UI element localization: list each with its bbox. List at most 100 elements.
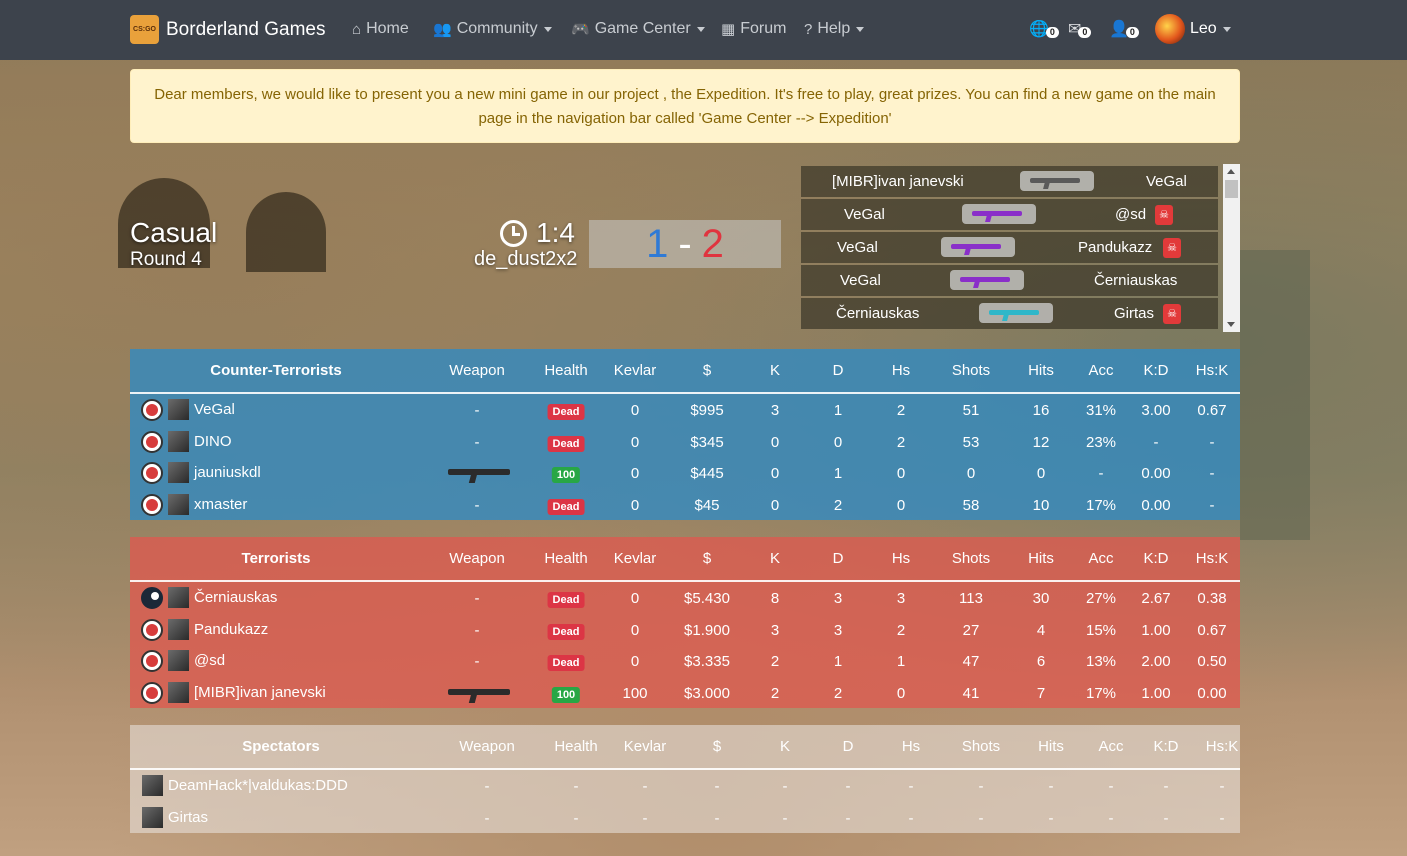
cell-kd: 2.67 [1141, 590, 1171, 607]
status-badge-dead: Dead [547, 404, 585, 420]
weapon-pill [1020, 171, 1094, 191]
player-name[interactable]: [MIBR]ivan janevski [194, 684, 326, 701]
table-row[interactable]: DeamHack*|valdukas:DDD - - - - - - - - - - - - [130, 770, 1240, 802]
column-header-shots: Shots [951, 550, 991, 567]
player-name[interactable]: @sd [194, 652, 225, 669]
cell-money: $3.335 [684, 653, 730, 670]
column-header-health: Health [554, 738, 598, 755]
notification-user[interactable]: 👤 0 [1109, 19, 1139, 39]
cell-health: 100 [551, 685, 581, 703]
player-name[interactable]: VeGal [194, 401, 235, 418]
cell-health: Dead [547, 434, 585, 452]
home-icon: ⌂ [352, 20, 362, 38]
table-row[interactable]: DINO - Dead 0 $345 0 0 2 53 12 23% - - [130, 426, 1240, 458]
status-badge-health: 100 [551, 467, 581, 483]
kill-feed-victim: Pandukazz [1078, 239, 1153, 256]
column-header-money: $ [712, 738, 722, 755]
cell-hs: 3 [896, 590, 906, 607]
map-name: de_dust2x2 [474, 248, 578, 270]
user-menu[interactable]: Leo [1155, 14, 1231, 44]
scroll-down-icon[interactable] [1227, 322, 1235, 327]
cell-k: 8 [770, 590, 780, 607]
cell-money: $445 [690, 465, 724, 482]
table-row[interactable]: Pandukazz - Dead 0 $1.900 3 3 2 27 4 15% 1.00 0.67 [130, 614, 1240, 646]
player-name[interactable]: xmaster [194, 496, 247, 513]
cell-kevlar: 100 [622, 684, 648, 702]
table-row[interactable]: xmaster - Dead 0 $45 0 2 0 58 10 17% 0.00 - [130, 489, 1240, 521]
kill-feed-victim: VeGal [1146, 173, 1187, 190]
scroll-up-icon[interactable] [1227, 169, 1235, 174]
brand-name: Borderland Games [166, 18, 326, 40]
cell-hs: 0 [896, 684, 906, 702]
table-row[interactable]: jauniuskdl 100 0 $445 0 1 0 0 0-0.00- [130, 457, 1240, 489]
cell-acc: 17% [1085, 684, 1117, 702]
cell-hs: 2 [896, 621, 906, 639]
player-name[interactable]: DINO [194, 433, 232, 450]
cell-weapon: - [474, 402, 480, 419]
cell-k: 3 [770, 402, 780, 419]
timer-value: 1:4 [536, 217, 575, 248]
player-avatar [168, 399, 189, 420]
table-row[interactable]: Girtas - - - - - - - - - - - - [130, 802, 1240, 834]
cell-k: 0 [770, 496, 780, 514]
scroll-thumb[interactable] [1225, 180, 1238, 198]
kill-feed-victim: Girtas [1114, 305, 1155, 322]
cell-hsk: 0.50 [1197, 653, 1227, 670]
nav-forum-label: Forum [740, 20, 787, 37]
notification-envelope[interactable]: ✉ 0 [1068, 19, 1092, 39]
cell-k: 3 [770, 621, 780, 639]
background-arch [246, 192, 326, 272]
cell-hs: - [908, 778, 914, 795]
nav-home[interactable]: ⌂ Home [352, 20, 409, 38]
cell-kevlar: 0 [630, 402, 640, 419]
player-name[interactable]: Pandukazz [194, 621, 268, 638]
kill-feed-killer: VeGal [844, 206, 885, 223]
column-header-kevlar: Kevlar [623, 738, 667, 755]
cell-k: 0 [770, 433, 780, 451]
cell-hsk: - [1209, 465, 1215, 482]
kill-feed-victim: @sd [1115, 206, 1147, 223]
kill-feed-scrollbar[interactable] [1223, 164, 1240, 332]
cell-hs: 0 [896, 496, 906, 514]
cell-kevlar: - [642, 809, 648, 827]
column-header-k: K [769, 362, 781, 379]
chevron-down-icon [856, 26, 865, 32]
kill-feed-row: VeGal Pandukazz ☠ [801, 232, 1218, 263]
rifle-icon [960, 277, 1010, 282]
cell-acc: - [1098, 465, 1104, 482]
nav-game-center[interactable]: 🎮 Game Center [571, 20, 705, 38]
table-row[interactable]: @sd - Dead 0 $3.335 2 1 1 47 6 13% 2.00 0.50 [130, 645, 1240, 677]
kill-feed-victim: Černiauskas [1094, 272, 1178, 289]
cell-hs: 2 [896, 402, 906, 419]
table-row[interactable]: [MIBR]ivan janevski 100 100 $3.000 2 2 0 41 7 17%… [130, 677, 1240, 709]
nav-game-center-label: Game Center [594, 20, 691, 37]
clock-icon [500, 219, 527, 247]
column-header-hits: Hits [1038, 738, 1064, 755]
player-avatar [168, 493, 189, 515]
nav-forum[interactable]: ▦ Forum [721, 20, 786, 38]
player-name[interactable]: Černiauskas [194, 589, 277, 606]
cell-money: $3.000 [684, 684, 730, 702]
headshot-skull-icon: ☠ [1163, 304, 1181, 324]
kill-feed[interactable]: [MIBR]ivan janevski VeGal VeGal @sd ☠ VeGal Pa… [801, 166, 1218, 332]
table-row[interactable]: VeGal - Dead 0 $995 3 1 2 51 16 31% 3.00 0.67 [130, 394, 1240, 426]
notification-globe[interactable]: 🌐 0 [1029, 19, 1059, 39]
cell-hits: - [1048, 778, 1054, 795]
nav-community[interactable]: 👥 Community [433, 20, 552, 38]
column-header-weapon: Weapon [449, 550, 505, 567]
nav-help-label: Help [817, 20, 851, 37]
player-avatar [168, 681, 189, 703]
nav-help[interactable]: ? Help [804, 20, 865, 38]
column-header-hits: Hits [1028, 550, 1054, 567]
player-name[interactable]: DeamHack*|valdukas:DDD [168, 777, 348, 794]
cell-shots: 53 [962, 433, 980, 451]
column-header-d: D [842, 738, 854, 755]
user-name: Leo [1190, 20, 1217, 37]
table-row[interactable]: Černiauskas - Dead 0 $5.430 8 3 3 113 30 27% 2.67 0.… [130, 582, 1240, 614]
brand[interactable]: CS:GO Borderland Games [130, 15, 325, 44]
csgo-team-icon [141, 399, 163, 421]
kill-feed-killer: VeGal [837, 239, 878, 256]
player-name[interactable]: jauniuskdl [194, 464, 261, 481]
column-header-hs: Hs [891, 550, 911, 567]
player-name[interactable]: Girtas [168, 809, 208, 826]
